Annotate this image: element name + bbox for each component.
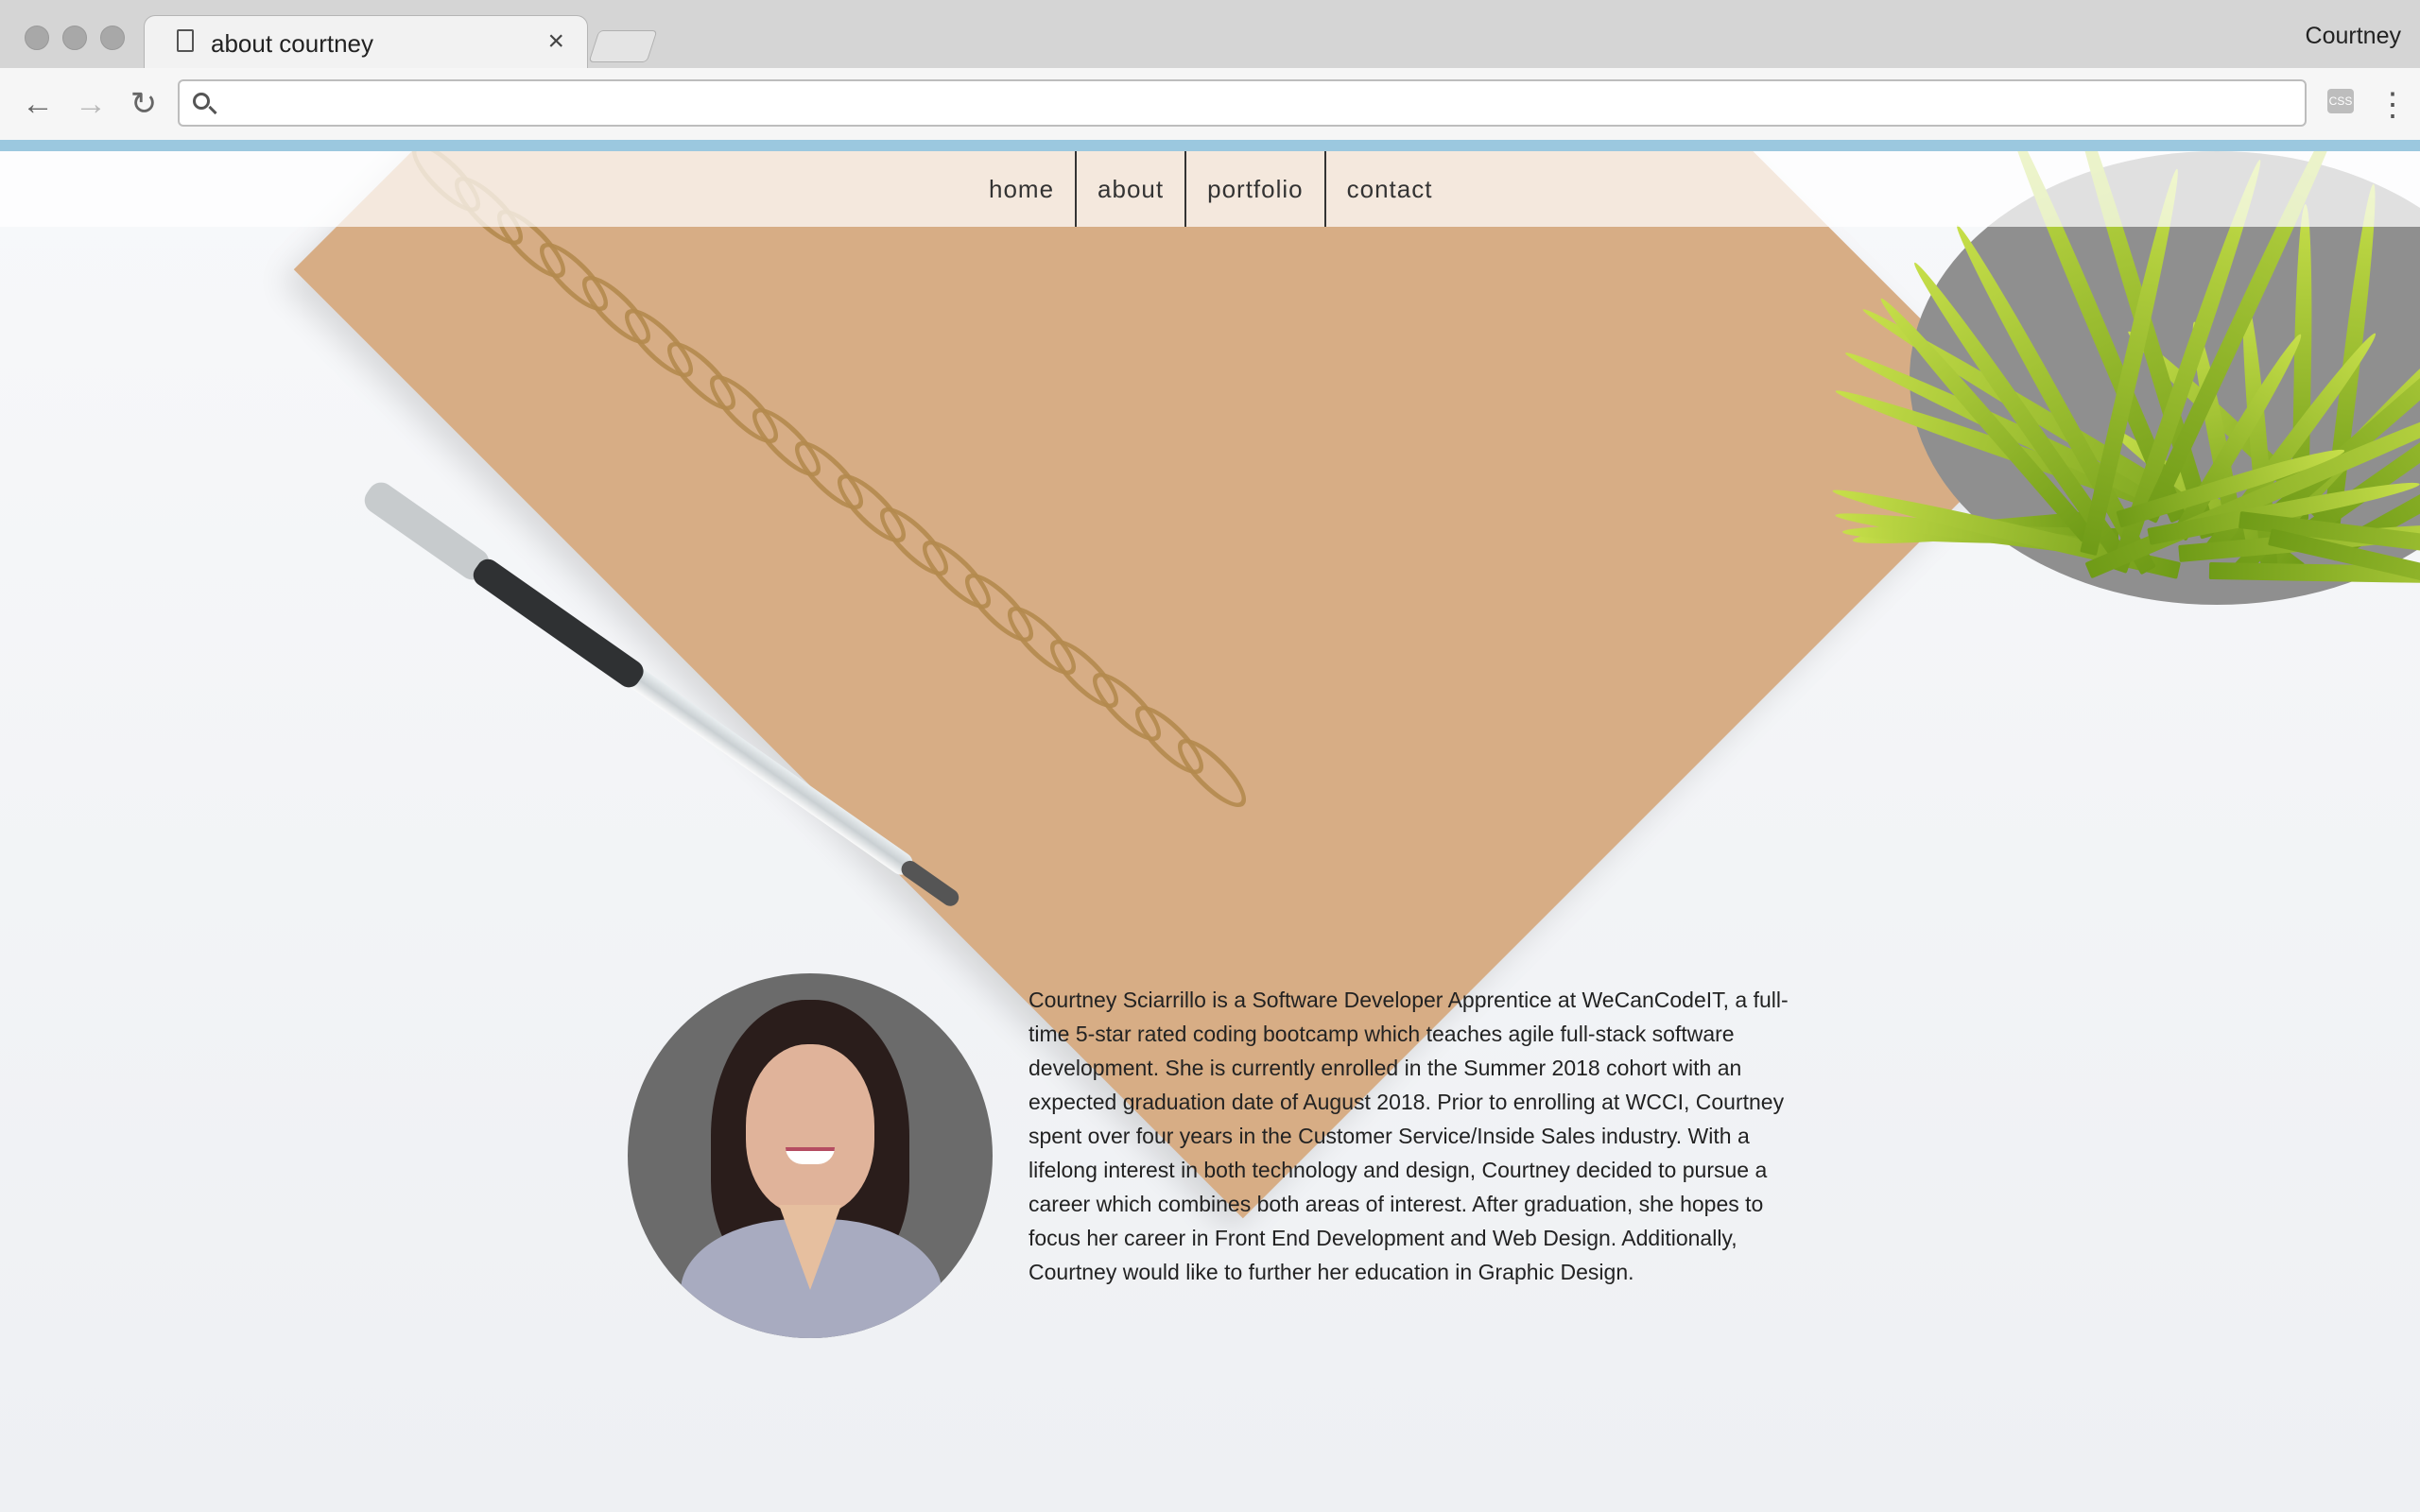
minimize-window-icon[interactable] (62, 26, 87, 50)
vertical-dots-icon[interactable]: ⋮ (2377, 86, 2409, 124)
zoom-window-icon[interactable] (100, 26, 125, 50)
profile-photo (628, 973, 993, 1338)
nav-portfolio-link[interactable]: portfolio (1186, 151, 1326, 227)
browser-titlebar: about courtney × Courtney (0, 0, 2420, 69)
close-tab-icon[interactable]: × (547, 26, 564, 58)
new-tab-button[interactable] (588, 30, 658, 62)
css-extension-button[interactable]: CSS (2327, 89, 2354, 113)
nav-contact-link[interactable]: contact (1326, 151, 1454, 227)
top-accent-bar (0, 140, 2420, 151)
profile-name[interactable]: Courtney (2306, 23, 2401, 50)
about-bio-text: Courtney Sciarrillo is a Software Develo… (1028, 988, 1789, 1284)
tab-title: about courtney (211, 29, 374, 58)
close-window-icon[interactable] (25, 26, 49, 50)
back-icon[interactable]: ← (21, 87, 55, 121)
site-navigation: home about portfolio contact (0, 151, 2420, 227)
active-tab[interactable]: about courtney × (144, 15, 588, 69)
page-icon (177, 29, 194, 52)
browser-toolbar: ← → ↻ CSS ⋮ (0, 68, 2420, 141)
nav-home-link[interactable]: home (968, 151, 1078, 227)
search-icon (193, 93, 210, 110)
address-input[interactable] (229, 87, 2293, 121)
reload-icon[interactable]: ↻ (127, 87, 161, 121)
forward-icon[interactable]: → (74, 87, 108, 121)
hero-background (0, 151, 2420, 1512)
nav-about-link[interactable]: about (1077, 151, 1187, 227)
address-bar[interactable] (178, 79, 2307, 127)
